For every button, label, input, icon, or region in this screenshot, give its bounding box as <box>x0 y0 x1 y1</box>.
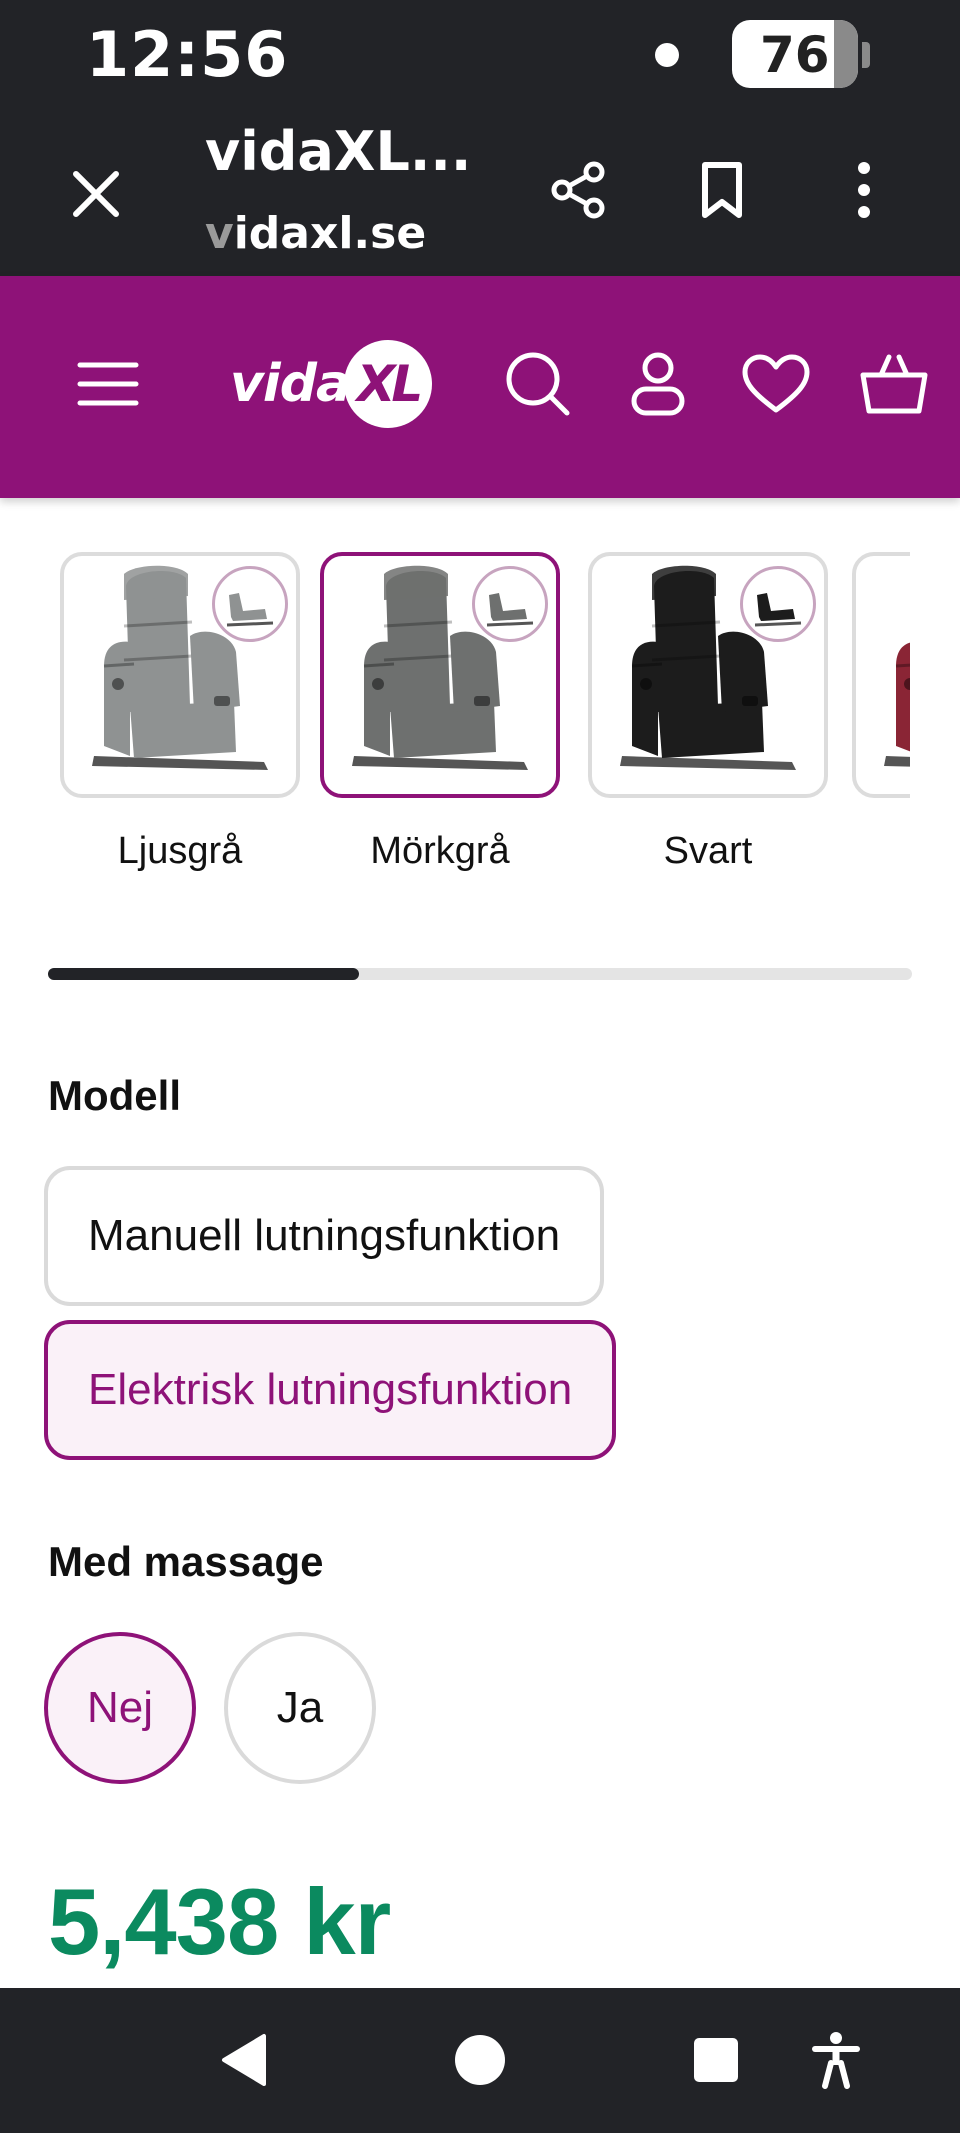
color-swatch-rod[interactable] <box>852 552 910 798</box>
heart-icon[interactable] <box>734 342 818 426</box>
home-icon[interactable] <box>428 2008 532 2112</box>
recents-icon[interactable] <box>664 2008 768 2112</box>
site-header: vida XL <box>0 276 960 498</box>
clock: 12:56 <box>86 18 289 91</box>
price: 5,438 kr <box>48 1869 391 1974</box>
recline-preview-icon <box>212 566 288 642</box>
more-options-icon[interactable] <box>824 150 904 230</box>
carousel-scrollbar[interactable] <box>48 968 912 980</box>
model-section-title: Modell <box>48 1072 181 1119</box>
share-icon[interactable] <box>538 150 618 230</box>
search-icon[interactable] <box>496 342 580 426</box>
model-option-electric[interactable]: Elektrisk lutningsfunktion <box>44 1320 617 1460</box>
notification-dot-icon <box>655 43 679 67</box>
color-swatch-label: Mörkgrå <box>370 830 510 872</box>
page-domain: vidaxl.se <box>205 208 426 259</box>
vidaxl-logo[interactable]: vida XL <box>230 334 433 434</box>
accessibility-icon[interactable] <box>784 2008 888 2112</box>
logo-badge: XL <box>344 340 433 428</box>
account-icon[interactable] <box>616 342 700 426</box>
menu-icon[interactable] <box>66 342 150 426</box>
color-swatch-label: Ljusgrå <box>117 830 243 872</box>
page-domain-faded: v <box>205 208 234 259</box>
back-icon[interactable] <box>192 2008 296 2112</box>
color-swatch-carousel[interactable]: Ljusgrå Mörkgrå Svart <box>0 552 910 912</box>
recline-preview-icon <box>740 566 816 642</box>
carousel-scrollbar-thumb[interactable] <box>48 968 360 980</box>
color-swatch-label: Svart <box>663 830 753 872</box>
logo-badge-text: XL <box>356 355 423 413</box>
recline-preview-icon <box>472 566 548 642</box>
recliner-chair-image <box>884 642 910 767</box>
massage-option-no[interactable]: Nej <box>44 1632 196 1784</box>
page-title: vidaXL... <box>205 120 472 183</box>
basket-icon[interactable] <box>852 342 936 426</box>
system-navigation-bar <box>0 1988 960 2133</box>
close-icon[interactable] <box>56 154 136 234</box>
massage-option-yes[interactable]: Ja <box>224 1632 376 1784</box>
logo-text: vida <box>230 354 351 414</box>
bookmark-icon[interactable] <box>682 150 762 230</box>
model-option-manual[interactable]: Manuell lutningsfunktion <box>44 1166 605 1306</box>
color-swatch-svart[interactable] <box>588 552 828 798</box>
color-swatch-ljusgra[interactable] <box>60 552 300 798</box>
status-bar: 12:56 76 <box>0 0 960 110</box>
battery-icon: 76 <box>732 20 858 88</box>
massage-section-title: Med massage <box>48 1538 324 1585</box>
browser-toolbar: vidaXL... vidaxl.se <box>0 110 960 276</box>
page-domain-text: idaxl.se <box>233 208 427 259</box>
battery-tip <box>862 42 870 68</box>
color-swatch-morkgra[interactable] <box>320 552 560 798</box>
battery-level: 76 <box>760 26 830 84</box>
